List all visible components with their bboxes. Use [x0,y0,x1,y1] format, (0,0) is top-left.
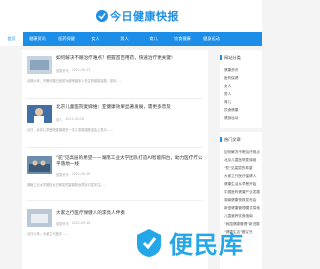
article-thumbnail[interactable] [27,156,52,174]
hot-article-link[interactable]: 健康生活从早餐开始 [224,180,261,188]
watermark: 便民库 [133,225,244,260]
header: 今日健康快报 [0,0,262,32]
article-title[interactable]: 大家之行医疗保健人的李亮人伴奏 [56,211,206,217]
nav-item-fitness[interactable]: 健身运动 [197,32,226,46]
article-category[interactable]: 健康资讯 [56,68,69,73]
hot-article-link[interactable]: 儿童营养饮食指南 [224,212,261,220]
article-category[interactable]: 健康资讯 [56,172,69,177]
article-summary: 湖南工业大学团队近日研发的智能阳台项目引发关注…… [27,183,107,187]
article-date: 2021-09-18 [65,117,84,121]
sidebar-title: 热门文章 [224,137,241,142]
article-category[interactable]: 健康资讯 [56,221,69,226]
sidebar-item-parenting[interactable]: 育儿 [224,98,261,106]
article-meta: 男人 2021-09-18 [56,117,84,122]
logo-icon [96,10,108,22]
hot-article-link[interactable]: 中国医药健康产业发展 [224,188,261,196]
article-title[interactable]: 北京儿童医院麦娣维：亚健康效果显著发展，需更多普及 [56,105,206,111]
article-title[interactable]: "驼"见高层的希望——湖南工业大学团队打造AI智能阳台，助力医疗疗公平落地一线 [56,156,206,168]
divider [27,147,203,148]
article-meta: 健康资讯 2021-09-13 [56,68,90,73]
article-summary: 近日，北京儿童医院麦娣维在一次儿童健康座谈会上表示…… [27,128,114,132]
article-category[interactable]: 男人 [56,117,62,122]
sidebar-item-medicine[interactable]: 医药保健 [224,74,261,82]
article-date: 2021-09-13 [71,68,91,72]
sidebar-item-health-news[interactable]: 健康资讯 [224,66,261,74]
sidebar-title: 网站分类 [224,55,241,60]
hot-article-link[interactable]: 新型健康管理模式探索 [224,204,261,212]
article-thumbnail[interactable] [27,209,52,227]
sidebar-item-women[interactable]: 女人 [224,82,261,90]
nav-item-men[interactable]: 男人 [110,32,139,46]
watermark-logo-icon [137,228,161,257]
article-date: 2021-09-16 [71,172,91,176]
article-summary: 近期以来，失眠问题已经成为越来越多人关注的健康话题，如何…… [27,79,123,83]
main-nav: 首页 健康资讯 医药保健 女人 男人 育儿 饮食健康 健身运动 [0,32,262,46]
nav-item-medicine[interactable]: 医药保健 [52,32,81,46]
sidebar-item-fitness[interactable]: 健身运动 [224,114,261,122]
nav-item-diet[interactable]: 饮食健康 [168,32,197,46]
watermark-text: 便民库 [169,231,244,259]
article-thumbnail[interactable] [27,105,52,123]
nav-item-parenting[interactable]: 育儿 [139,32,168,46]
article-thumbnail[interactable] [27,56,52,74]
sidebar-categories: 网站分类 健康资讯 医药保健 女人 男人 育儿 饮食健康 健身运动 [220,50,262,128]
sidebar-item-men[interactable]: 男人 [224,90,261,98]
divider [27,98,203,99]
site-logo[interactable]: 今日健康快报 [95,6,179,26]
site-logo-text: 今日健康快报 [110,10,179,23]
article-meta: 健康资讯 2021-09-16 [56,221,90,226]
hot-article-link[interactable]: 大家之行医疗保健人 [224,172,261,180]
article-title[interactable]: 如何解决不眠治疗难点？把握首百用药，快速治疗更关键！ [56,56,206,62]
article-meta: 健康资讯 2021-09-16 [56,172,90,177]
sidebar-accent [220,55,222,60]
hot-article-link[interactable]: 如何解决不眠治疗难点 [224,148,261,156]
article-date: 2021-09-16 [71,221,91,225]
hot-article-link[interactable]: 北京儿童医院麦娣维 [224,156,261,164]
hot-article-link[interactable]: "驼"见高层的希望 [224,164,261,172]
nav-item-women[interactable]: 女人 [81,32,110,46]
sidebar-item-diet[interactable]: 饮食健康 [224,106,261,114]
divider [27,200,203,201]
sidebar-accent [220,137,222,142]
hot-article-link[interactable]: 湖南健康快报发布会 [224,196,261,204]
nav-item-home[interactable]: 首页 [0,32,23,46]
nav-item-health-news[interactable]: 健康资讯 [23,32,52,46]
